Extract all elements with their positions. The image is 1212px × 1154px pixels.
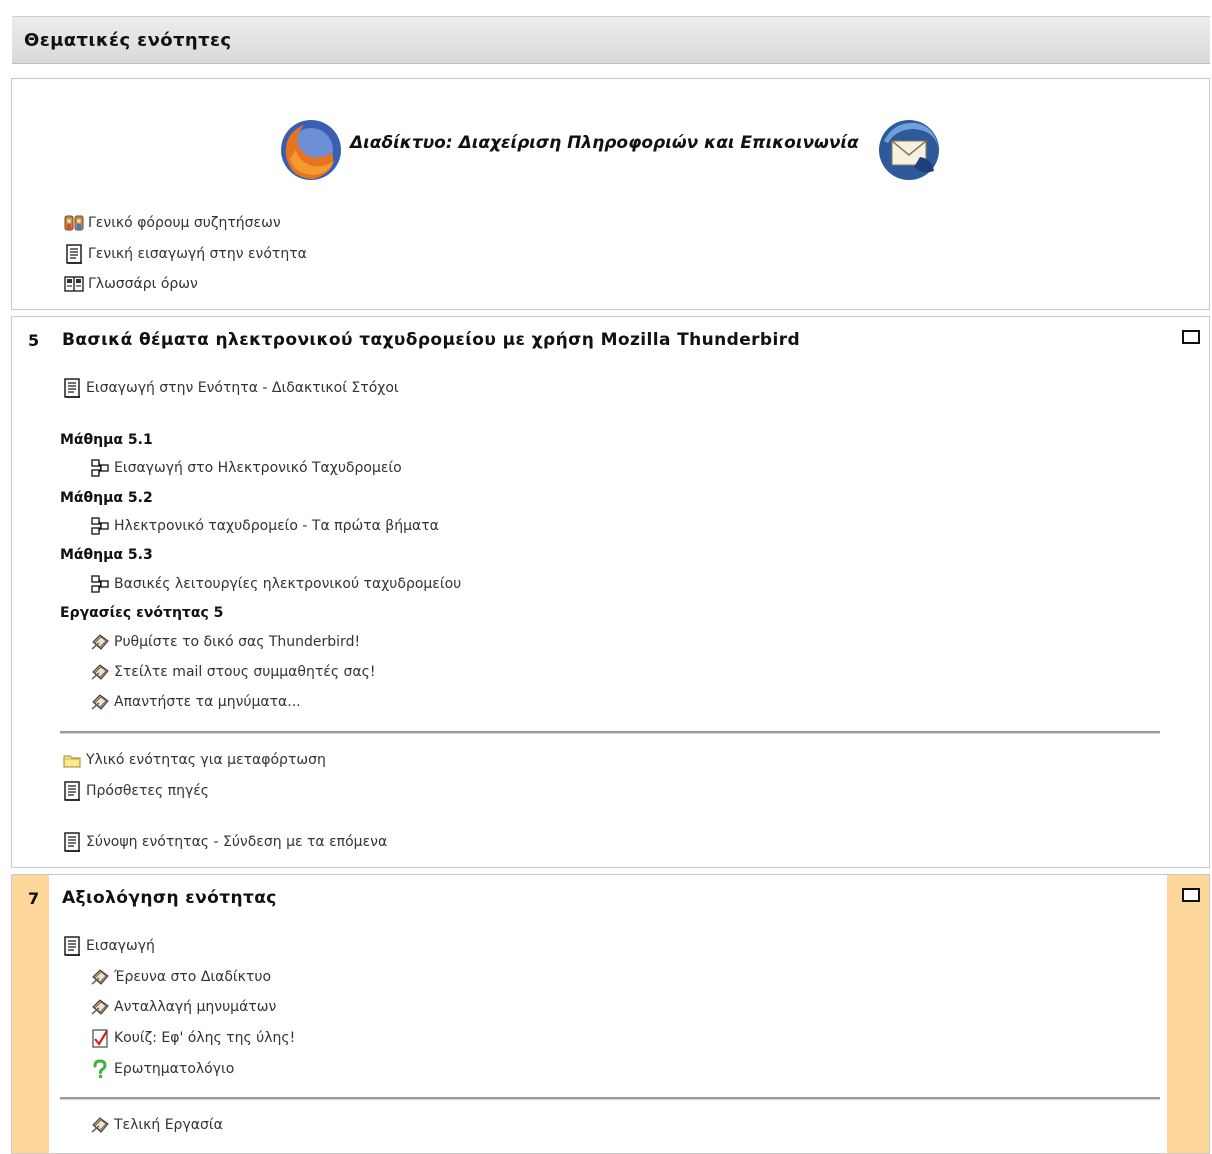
highlight-toggle-checkbox[interactable] xyxy=(1182,330,1200,344)
section-5: 5 Βασικά θέματα ηλεκτρονικού ταχυδρομείο… xyxy=(11,316,1210,868)
lesson-icon xyxy=(91,575,109,593)
section-intro-label[interactable]: Εισαγωγή στην Ενότητα - Διδακτικοί Στόχο… xyxy=(86,380,399,396)
lesson-heading: Μάθημα 5.1 xyxy=(60,432,153,448)
summary-label[interactable]: Σύνοψη ενότητας - Σύνδεση με τα επόμενα xyxy=(86,834,387,850)
divider xyxy=(60,1097,1160,1100)
lesson-icon xyxy=(91,459,109,477)
section-title: Αξιολόγηση ενότητας xyxy=(62,888,277,908)
extra-sources-label[interactable]: Πρόσθετες πηγές xyxy=(86,783,209,799)
assignment-label[interactable]: Απαντήστε τα μηνύματα... xyxy=(114,694,301,710)
questionnaire-icon xyxy=(93,1059,107,1079)
quiz-link[interactable]: Κουίζ: Εφ' όλης της ύλης! xyxy=(90,1027,295,1049)
glossary-label[interactable]: Γλωσσάρι όρων xyxy=(88,276,198,292)
lesson-heading: Μάθημα 5.3 xyxy=(60,547,153,563)
document-icon xyxy=(64,781,81,801)
lesson-link[interactable]: Βασικές λειτουργίες ηλεκτρονικού ταχυδρο… xyxy=(90,573,461,595)
glossary-icon xyxy=(64,276,84,292)
assignment-link[interactable]: Στείλτε mail στους συμμαθητές σας! xyxy=(90,661,375,683)
section-title: Βασικά θέματα ηλεκτρονικού ταχυδρομείου … xyxy=(62,330,801,350)
assignment-icon xyxy=(91,1117,109,1133)
banner-text: Διαδίκτυο: Διαχείριση Πληροφοριών και Επ… xyxy=(350,133,859,153)
final-assignment-link[interactable]: Τελική Εργασία xyxy=(90,1114,223,1136)
summary-link[interactable]: Σύνοψη ενότητας - Σύνδεση με τα επόμενα xyxy=(62,831,387,853)
assignment-icon xyxy=(91,694,109,710)
document-icon xyxy=(64,378,81,398)
assignment-icon xyxy=(91,664,109,680)
section-number: 7 xyxy=(28,889,40,908)
course-banner: Διαδίκτυο: Διαχείριση Πληροφοριών και Επ… xyxy=(12,117,1209,187)
assignments-heading: Εργασίες ενότητας 5 xyxy=(60,605,224,621)
firefox-logo-icon xyxy=(281,120,341,180)
document-icon xyxy=(64,936,81,956)
final-assignment-label[interactable]: Τελική Εργασία xyxy=(114,1117,223,1133)
section-number: 5 xyxy=(28,331,40,350)
lesson-link[interactable]: Εισαγωγή στο Ηλεκτρονικό Ταχυδρομείο xyxy=(90,457,402,479)
assignment-icon xyxy=(91,999,109,1015)
assignment-icon xyxy=(91,634,109,650)
lesson-icon xyxy=(91,517,109,535)
section-intro-link[interactable]: Εισαγωγή στην Ενότητα - Διδακτικοί Στόχο… xyxy=(62,377,399,399)
divider xyxy=(60,731,1160,734)
section-intro-label[interactable]: Εισαγωγή xyxy=(86,938,155,954)
lesson-label[interactable]: Εισαγωγή στο Ηλεκτρονικό Ταχυδρομείο xyxy=(114,460,402,476)
document-icon xyxy=(64,832,81,852)
materials-folder-link[interactable]: Υλικό ενότητας για μεταφόρτωση xyxy=(62,749,326,771)
folder-icon xyxy=(63,755,81,768)
quiz-icon xyxy=(91,1028,109,1048)
assignment-link[interactable]: Ρυθμίστε το δικό σας Thunderbird! xyxy=(90,631,360,653)
section-general: Διαδίκτυο: Διαχείριση Πληροφοριών και Επ… xyxy=(11,78,1210,310)
assignment-link[interactable]: Έρευνα στο Διαδίκτυο xyxy=(90,966,271,988)
section-intro-link[interactable]: Εισαγωγή xyxy=(62,935,155,957)
lesson-label[interactable]: Ηλεκτρονικό ταχυδρομείο - Τα πρώτα βήματ… xyxy=(114,518,439,534)
general-intro-link[interactable]: Γενική εισαγωγή στην ενότητα xyxy=(64,243,307,265)
assignment-link[interactable]: Απαντήστε τα μηνύματα... xyxy=(90,691,301,713)
lesson-heading: Μάθημα 5.2 xyxy=(60,490,153,506)
assignment-label[interactable]: Ανταλλαγή μηνυμάτων xyxy=(114,999,276,1015)
glossary-link[interactable]: Γλωσσάρι όρων xyxy=(64,273,198,295)
quiz-label[interactable]: Κουίζ: Εφ' όλης της ύλης! xyxy=(114,1030,295,1046)
thunderbird-logo-icon xyxy=(879,120,939,180)
materials-label[interactable]: Υλικό ενότητας για μεταφόρτωση xyxy=(86,752,326,768)
lesson-link[interactable]: Ηλεκτρονικό ταχυδρομείο - Τα πρώτα βήματ… xyxy=(90,515,439,537)
document-icon xyxy=(66,244,83,264)
questionnaire-label[interactable]: Ερωτηματολόγιο xyxy=(114,1061,234,1077)
assignment-label[interactable]: Έρευνα στο Διαδίκτυο xyxy=(114,969,271,985)
forum-icon xyxy=(64,215,84,231)
assignment-icon xyxy=(91,969,109,985)
extra-sources-link[interactable]: Πρόσθετες πηγές xyxy=(62,780,209,802)
assignment-label[interactable]: Ρυθμίστε το δικό σας Thunderbird! xyxy=(114,634,360,650)
highlight-toggle-checkbox[interactable] xyxy=(1182,888,1200,902)
forum-label[interactable]: Γενικό φόρουμ συζητήσεων xyxy=(88,215,281,231)
section-7: 7 Αξιολόγηση ενότητας Εισαγωγή Έρευνα στ… xyxy=(11,874,1210,1154)
general-intro-label[interactable]: Γενική εισαγωγή στην ενότητα xyxy=(88,246,307,262)
section-header-bar: Θεματικές ενότητες xyxy=(12,16,1210,64)
questionnaire-link[interactable]: Ερωτηματολόγιο xyxy=(90,1058,234,1080)
lesson-label[interactable]: Βασικές λειτουργίες ηλεκτρονικού ταχυδρο… xyxy=(114,576,461,592)
page-title: Θεματικές ενότητες xyxy=(24,30,232,51)
assignment-link[interactable]: Ανταλλαγή μηνυμάτων xyxy=(90,996,276,1018)
forum-link[interactable]: Γενικό φόρουμ συζητήσεων xyxy=(64,212,281,234)
assignment-label[interactable]: Στείλτε mail στους συμμαθητές σας! xyxy=(114,664,375,680)
